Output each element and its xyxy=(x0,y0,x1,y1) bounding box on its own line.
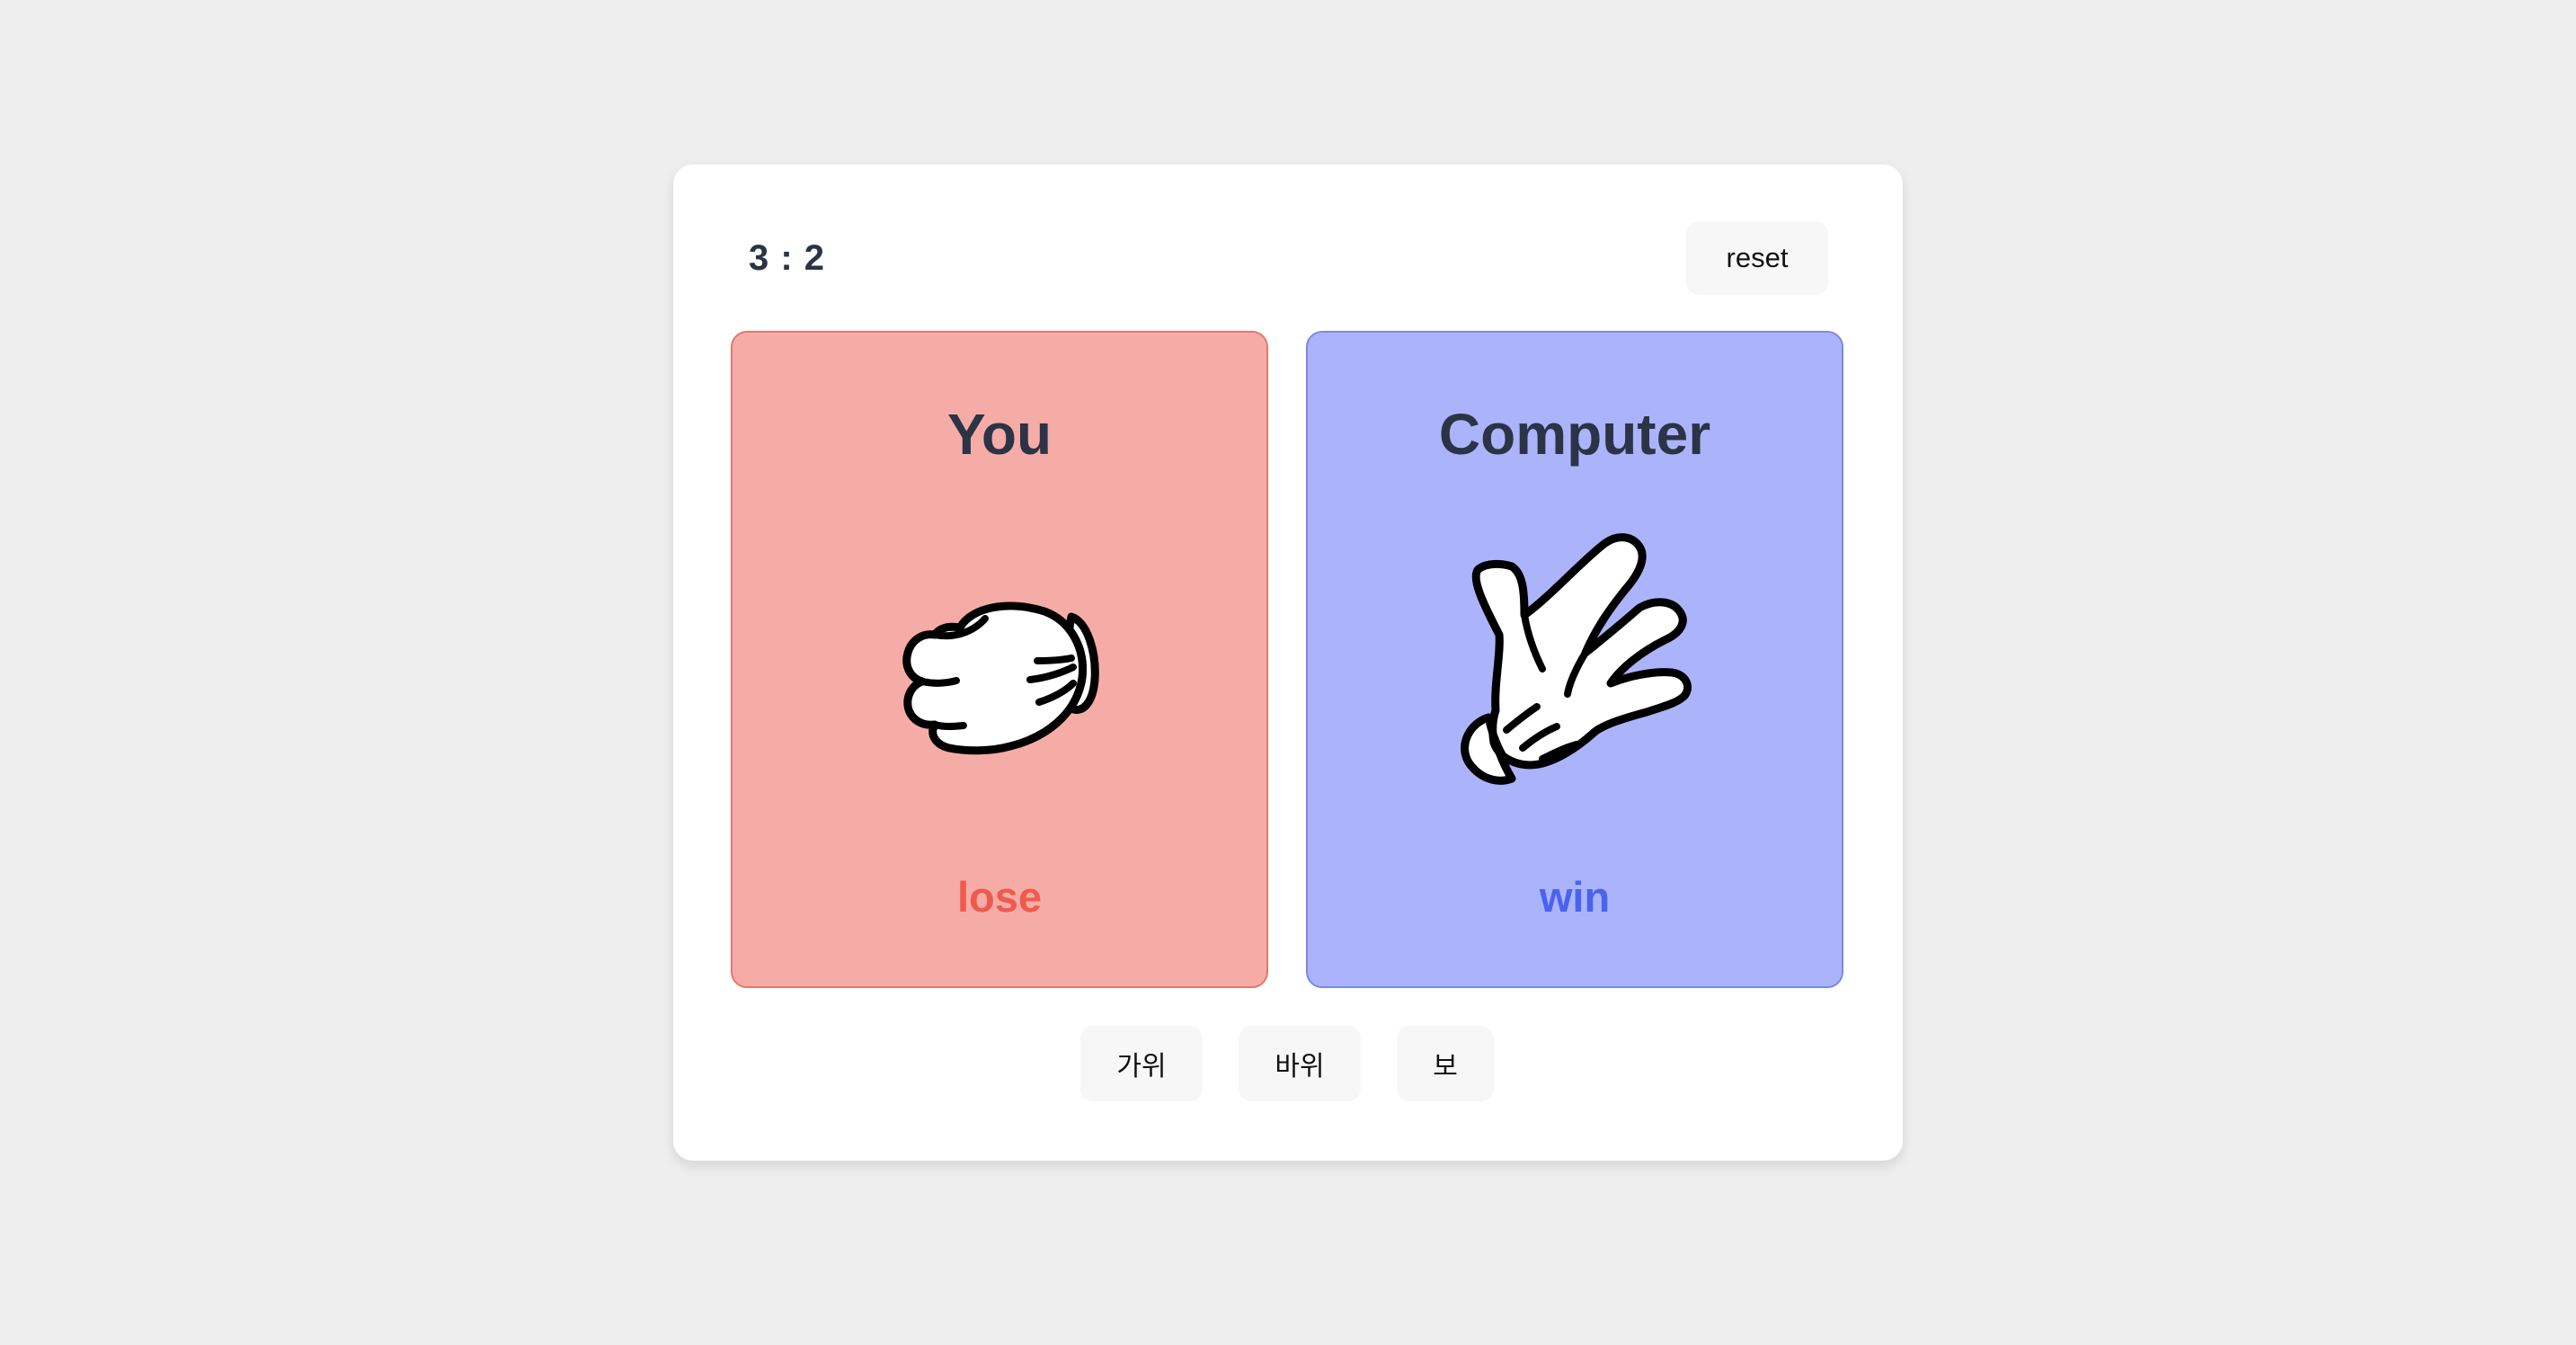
scissors-button[interactable]: 가위 xyxy=(1080,1026,1203,1101)
player-title: You xyxy=(946,402,1053,467)
reset-button[interactable]: reset xyxy=(1686,221,1828,295)
score-display: 3 : 2 xyxy=(749,238,826,278)
computer-card: Computer win xyxy=(1306,331,1843,988)
rock-button[interactable]: 바위 xyxy=(1239,1026,1361,1101)
choice-buttons: 가위 바위 보 xyxy=(673,1026,1903,1101)
computer-title: Computer xyxy=(1438,402,1711,467)
game-panel: 3 : 2 reset You lose Computer win 가위 바위 … xyxy=(673,165,1903,1161)
computer-result: win xyxy=(1539,873,1611,921)
player-result: lose xyxy=(956,873,1043,921)
paper-button[interactable]: 보 xyxy=(1397,1026,1494,1101)
rock-hand-icon xyxy=(902,601,1099,755)
scissors-hand-icon xyxy=(1461,533,1692,785)
player-card: You lose xyxy=(731,331,1268,988)
